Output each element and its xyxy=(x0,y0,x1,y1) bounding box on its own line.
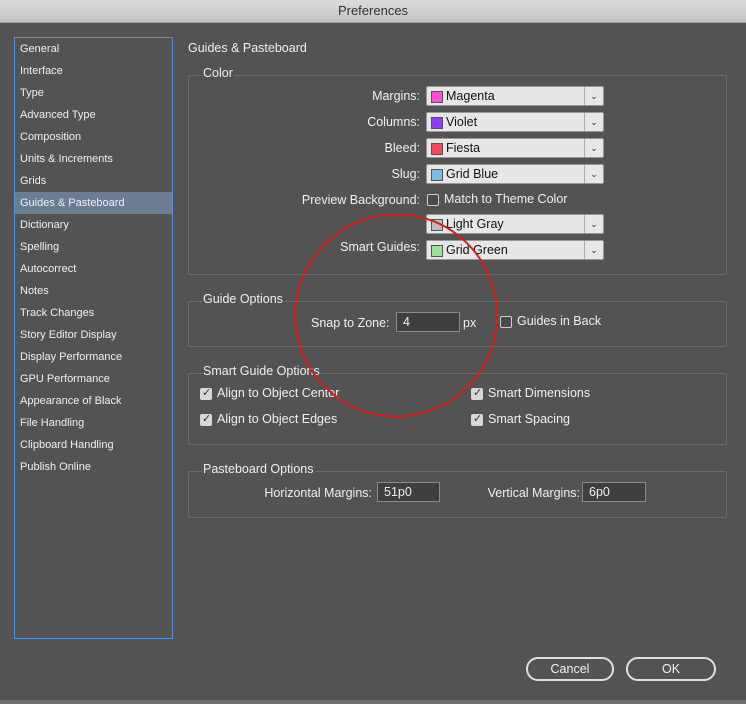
chevron-down-icon[interactable]: ⌄ xyxy=(584,139,603,157)
guides-in-back-checkbox[interactable] xyxy=(500,316,512,328)
chevron-down-icon[interactable]: ⌄ xyxy=(584,87,603,105)
preview-background-value: Light Gray xyxy=(446,217,504,231)
sidebar-item-gpu-performance[interactable]: GPU Performance xyxy=(15,368,172,390)
window-bottom-edge xyxy=(0,700,746,704)
guides-in-back-label: Guides in Back xyxy=(517,314,602,328)
columns-color-value: Violet xyxy=(446,115,478,129)
sidebar-item-file-handling[interactable]: File Handling xyxy=(15,412,172,434)
slug-color-select[interactable]: Grid Blue ⌄ xyxy=(426,164,604,184)
ok-button[interactable]: OK xyxy=(626,657,716,681)
slug-color-value: Grid Blue xyxy=(446,167,499,181)
smart-dimensions-checkbox[interactable] xyxy=(471,386,483,400)
snap-to-zone-label: Snap to Zone: xyxy=(311,316,390,330)
slug-color-swatch xyxy=(431,169,443,181)
sidebar-item-publish-online[interactable]: Publish Online xyxy=(15,456,172,478)
sidebar-item-type[interactable]: Type xyxy=(15,82,172,104)
sidebar-item-spelling[interactable]: Spelling xyxy=(15,236,172,258)
sidebar-item-dictionary[interactable]: Dictionary xyxy=(15,214,172,236)
sidebar-item-clipboard-handling[interactable]: Clipboard Handling xyxy=(15,434,172,456)
smart-dimensions-label: Smart Dimensions xyxy=(488,386,591,400)
preview-background-swatch xyxy=(431,219,443,231)
slug-label: Slug: xyxy=(391,167,421,181)
pasteboard-options-label: Pasteboard Options xyxy=(202,462,315,476)
match-theme-color-label: Match to Theme Color xyxy=(444,192,568,206)
columns-label: Columns: xyxy=(367,115,420,129)
smart-spacing-checkbox[interactable] xyxy=(471,412,483,426)
smart-guides-value: Grid Green xyxy=(446,243,508,257)
bleed-color-select[interactable]: Fiesta ⌄ xyxy=(426,138,604,158)
smart-guides-swatch xyxy=(431,245,443,257)
guide-options-label: Guide Options xyxy=(202,292,284,306)
panel-title: Guides & Pasteboard xyxy=(188,41,307,55)
margins-color-swatch xyxy=(431,91,443,103)
horizontal-margins-label: Horizontal Margins: xyxy=(264,486,372,500)
cancel-button[interactable]: Cancel xyxy=(526,657,614,681)
align-object-edges-label: Align to Object Edges xyxy=(217,412,338,426)
sidebar-item-notes[interactable]: Notes xyxy=(15,280,172,302)
window-title-bar: Preferences xyxy=(0,0,746,23)
columns-color-swatch xyxy=(431,117,443,129)
bleed-label: Bleed: xyxy=(384,141,420,155)
preview-background-label: Preview Background: xyxy=(301,193,420,207)
margins-color-value: Magenta xyxy=(446,89,495,103)
sidebar-item-units-and-increments[interactable]: Units & Increments xyxy=(15,148,172,170)
sidebar-item-guides-and-pasteboard[interactable]: Guides & Pasteboard xyxy=(15,192,172,214)
match-theme-color-checkbox[interactable] xyxy=(427,194,439,206)
align-object-center-checkbox[interactable] xyxy=(200,386,212,400)
smart-guides-label: Smart Guides: xyxy=(340,240,420,254)
window-title: Preferences xyxy=(337,3,409,18)
align-object-center-label: Align to Object Center xyxy=(217,386,340,400)
sidebar-item-appearance-of-black[interactable]: Appearance of Black xyxy=(15,390,172,412)
smart-spacing-label: Smart Spacing xyxy=(488,412,570,426)
sidebar-item-advanced-type[interactable]: Advanced Type xyxy=(15,104,172,126)
margins-color-select[interactable]: Magenta ⌄ xyxy=(426,86,604,106)
sidebar-item-composition[interactable]: Composition xyxy=(15,126,172,148)
sidebar-item-interface[interactable]: Interface xyxy=(15,60,172,82)
sidebar-item-story-editor-display[interactable]: Story Editor Display xyxy=(15,324,172,346)
smart-guide-options-group: Smart Guide Options xyxy=(188,364,727,445)
snap-to-zone-input[interactable]: 4 xyxy=(396,312,460,332)
chevron-down-icon[interactable]: ⌄ xyxy=(584,215,603,233)
smart-guide-options-label: Smart Guide Options xyxy=(202,364,321,378)
sidebar-item-autocorrect[interactable]: Autocorrect xyxy=(15,258,172,280)
margins-label: Margins: xyxy=(372,89,420,103)
chevron-down-icon[interactable]: ⌄ xyxy=(584,241,603,259)
sidebar-item-track-changes[interactable]: Track Changes xyxy=(15,302,172,324)
smart-guides-color-select[interactable]: Grid Green ⌄ xyxy=(426,240,604,260)
preview-background-color-select[interactable]: Light Gray ⌄ xyxy=(426,214,604,234)
align-object-edges-checkbox[interactable] xyxy=(200,412,212,426)
sidebar-item-general[interactable]: General xyxy=(15,38,172,60)
sidebar-item-display-performance[interactable]: Display Performance xyxy=(15,346,172,368)
columns-color-select[interactable]: Violet ⌄ xyxy=(426,112,604,132)
vertical-margins-label: Vertical Margins: xyxy=(487,486,580,500)
category-list-items: General Interface Type Advanced Type Composi… xyxy=(15,38,172,478)
bleed-color-swatch xyxy=(431,143,443,155)
preferences-category-list[interactable]: General Interface Type Advanced Type Composi… xyxy=(14,37,173,639)
chevron-down-icon[interactable]: ⌄ xyxy=(584,165,603,183)
vertical-margins-input[interactable]: 6p0 xyxy=(582,482,646,502)
snap-unit-label: px xyxy=(463,316,477,330)
color-group-label: Color xyxy=(202,66,234,80)
horizontal-margins-input[interactable]: 51p0 xyxy=(377,482,440,502)
chevron-down-icon[interactable]: ⌄ xyxy=(584,113,603,131)
sidebar-item-grids[interactable]: Grids xyxy=(15,170,172,192)
bleed-color-value: Fiesta xyxy=(446,141,481,155)
